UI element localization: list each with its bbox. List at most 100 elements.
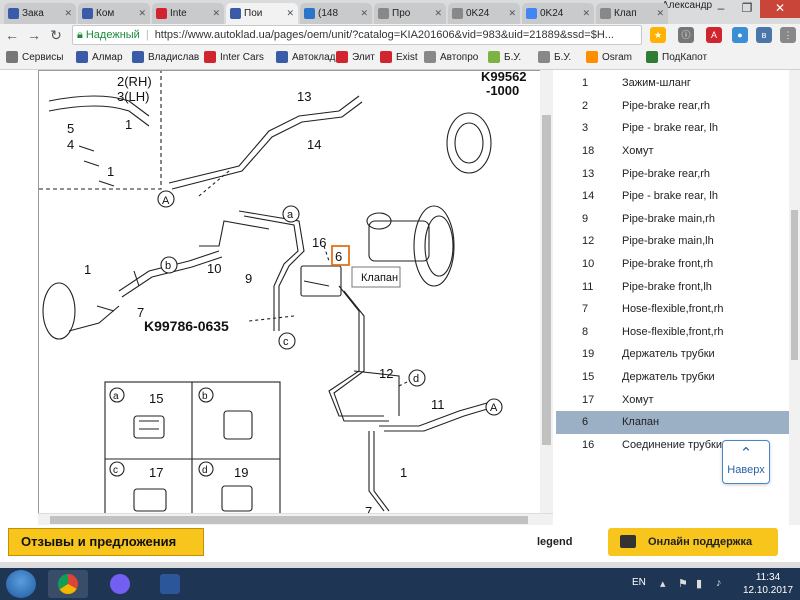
tab-close-icon[interactable]: ✕ xyxy=(654,8,664,19)
bookmark-item[interactable]: Б.У. xyxy=(538,51,571,63)
bookmark-item[interactable]: Элит xyxy=(336,51,375,63)
parts-list-row[interactable]: 2 Pipe-brake rear,rh xyxy=(556,95,790,118)
bookmark-label: Inter Cars xyxy=(220,51,264,63)
user-profile-label[interactable]: Александр xyxy=(662,0,712,11)
browser-tab[interactable]: Зака ✕ xyxy=(4,3,76,24)
maximize-icon[interactable]: ❐ xyxy=(734,0,760,18)
tray-arrow-icon[interactable]: ▴ xyxy=(660,577,666,590)
bookmark-item[interactable]: Сервисы xyxy=(6,51,63,63)
taskbar-viber[interactable] xyxy=(100,570,140,598)
tab-close-icon[interactable]: ✕ xyxy=(358,8,368,19)
diagram-horizontal-scrollbar[interactable] xyxy=(38,513,553,525)
label-k99562-b: -1000 xyxy=(486,83,519,98)
browser-tab[interactable]: Пои ✕ xyxy=(226,3,298,24)
label-4: 4 xyxy=(67,137,74,152)
tab-close-icon[interactable]: ✕ xyxy=(284,8,294,19)
browser-tab[interactable]: Inte ✕ xyxy=(152,3,224,24)
tab-title: (148 xyxy=(318,8,339,19)
tab-close-icon[interactable]: ✕ xyxy=(136,8,146,19)
parts-list-row[interactable]: 11 Pipe-brake front,lh xyxy=(556,275,790,298)
browser-tab[interactable]: 0K24 ✕ xyxy=(448,3,520,24)
tab-close-icon[interactable]: ✕ xyxy=(432,8,442,19)
parts-list-row[interactable]: 13 Pipe-brake rear,rh xyxy=(556,162,790,185)
part-number: 11 xyxy=(582,280,594,293)
tab-close-icon[interactable]: ✕ xyxy=(580,8,590,19)
parts-list-row[interactable]: 9 Pipe-brake main,rh xyxy=(556,208,790,231)
label-1c: 1 xyxy=(84,262,91,277)
bookmark-favicon-icon xyxy=(646,51,658,63)
language-indicator[interactable]: EN xyxy=(632,577,646,588)
bookmark-item[interactable]: Владислав xyxy=(132,51,199,63)
scroll-thumb[interactable] xyxy=(50,516,528,524)
part-name: Hose-flexible,front,rh xyxy=(622,325,724,338)
parts-list-row[interactable]: 17 Хомут xyxy=(556,388,790,411)
scroll-thumb[interactable] xyxy=(791,210,798,360)
parts-list-row[interactable]: 3 Pipe - brake rear, lh xyxy=(556,117,790,140)
extension-b-icon[interactable]: ● xyxy=(732,27,748,43)
bookmark-label: Автопро xyxy=(440,51,479,63)
scroll-thumb[interactable] xyxy=(542,115,551,445)
taskbar-word[interactable] xyxy=(150,570,190,598)
browser-tab[interactable]: Ком ✕ xyxy=(78,3,150,24)
parts-list-row[interactable]: 10 Pipe-brake front,rh xyxy=(556,253,790,276)
bookmark-item[interactable]: Автоклад xyxy=(276,51,336,63)
bookmark-item[interactable]: Exist xyxy=(380,51,418,63)
start-button-icon[interactable] xyxy=(6,570,36,598)
browser-tab[interactable]: Клап ✕ xyxy=(596,3,668,24)
parts-scrollbar[interactable] xyxy=(789,70,800,525)
tab-title: Ком xyxy=(96,8,115,19)
adblock-icon[interactable]: A xyxy=(706,27,722,43)
browser-tab[interactable]: Про ✕ xyxy=(374,3,446,24)
minimize-icon[interactable]: – xyxy=(708,0,734,18)
tab-close-icon[interactable]: ✕ xyxy=(506,8,516,19)
network-icon[interactable]: ▮ xyxy=(696,577,702,590)
bookmark-item[interactable]: Автопро xyxy=(424,51,478,63)
parts-list-row[interactable]: 14 Pipe - brake rear, lh xyxy=(556,185,790,208)
legend-link[interactable]: legend xyxy=(537,536,572,548)
forward-icon[interactable]: → xyxy=(24,26,44,44)
back-icon[interactable]: ← xyxy=(2,26,22,44)
tab-title: Зака xyxy=(22,8,44,19)
label-k99786: K99786-0635 xyxy=(144,318,229,334)
label-6[interactable]: 6 xyxy=(335,249,342,264)
system-clock[interactable]: 11:34 12.10.2017 xyxy=(740,571,796,597)
address-bar[interactable]: 🔒︎ Надежный | https://www.autoklad.ua/pa… xyxy=(72,25,642,45)
close-window-icon[interactable]: ✕ xyxy=(760,0,800,18)
parts-list-row[interactable]: 18 Хомут xyxy=(556,140,790,163)
part-name: Pipe-brake front,rh xyxy=(622,258,714,271)
taskbar-chrome[interactable] xyxy=(48,570,88,598)
tray-flag-icon[interactable]: ⚑ xyxy=(678,577,688,590)
bookmark-label: Алмар xyxy=(92,51,123,63)
parts-list-row[interactable]: 15 Держатель трубки xyxy=(556,366,790,389)
parts-list-row[interactable]: 7 Hose-flexible,front,rh xyxy=(556,298,790,321)
reload-icon[interactable]: ↻ xyxy=(46,26,66,44)
vk-icon[interactable]: в xyxy=(756,27,772,43)
bookmark-item[interactable]: Алмар xyxy=(76,51,123,63)
menu-icon[interactable]: ⋮ xyxy=(780,27,796,43)
star-icon[interactable]: ★ xyxy=(650,27,666,43)
parts-list-row[interactable]: 12 Pipe-brake main,lh xyxy=(556,230,790,253)
bookmark-item[interactable]: ПодКапот xyxy=(646,51,707,63)
online-support-button[interactable]: Онлайн поддержка xyxy=(608,528,778,556)
parts-list-row[interactable]: 6 Клапан xyxy=(556,410,790,434)
bookmark-item[interactable]: Б.У. xyxy=(488,51,521,63)
part-name: Хомут xyxy=(622,145,654,158)
browser-tab[interactable]: (148 ✕ xyxy=(300,3,372,24)
diagram-vertical-scrollbar[interactable] xyxy=(540,70,553,513)
bookmark-favicon-icon xyxy=(586,51,598,63)
browser-tab[interactable]: 0K24 ✕ xyxy=(522,3,594,24)
part-number: 17 xyxy=(582,393,595,406)
bookmark-item[interactable]: Inter Cars xyxy=(204,51,264,63)
parts-diagram[interactable]: 2(RH) 3(LH) 1 5 4 1 13 14 K99562 -1000 A… xyxy=(38,70,553,525)
tab-close-icon[interactable]: ✕ xyxy=(62,8,72,19)
bookmark-item[interactable]: Osram xyxy=(586,51,632,63)
tab-close-icon[interactable]: ✕ xyxy=(210,8,220,19)
parts-list-row[interactable]: 8 Hose-flexible,front,rh xyxy=(556,321,790,344)
extension-icon[interactable]: ⓘ xyxy=(678,27,694,43)
parts-list-row[interactable]: 19 Держатель трубки xyxy=(556,343,790,366)
bookmark-favicon-icon xyxy=(204,51,216,63)
feedback-button[interactable]: Отзывы и предложения xyxy=(8,528,204,556)
volume-icon[interactable]: ♪ xyxy=(716,577,722,589)
scroll-to-top-button[interactable]: ⌃ Наверх xyxy=(722,440,770,484)
parts-list-row[interactable]: 1 Зажим-шланг xyxy=(556,72,790,95)
